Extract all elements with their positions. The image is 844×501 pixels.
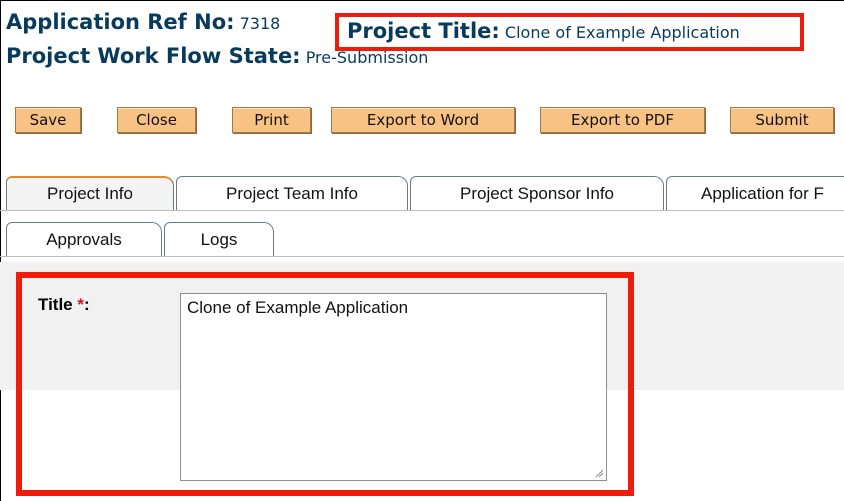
- submit-button[interactable]: Submit: [730, 107, 834, 133]
- tab-project-team-info[interactable]: Project Team Info: [176, 176, 408, 210]
- tab-logs[interactable]: Logs: [164, 222, 274, 256]
- tab-project-info[interactable]: Project Info: [6, 176, 174, 210]
- application-ref: Application Ref No: 7318: [6, 10, 280, 34]
- export-pdf-button[interactable]: Export to PDF: [540, 107, 705, 133]
- resize-grip-icon[interactable]: [595, 469, 604, 478]
- title-textarea[interactable]: Clone of Example Application: [180, 293, 607, 481]
- workflow-state: Project Work Flow State: Pre-Submission: [6, 44, 428, 68]
- tab-content-divider: [0, 256, 844, 257]
- tab-application-for[interactable]: Application for F: [666, 176, 844, 210]
- title-field-label: Title *:: [38, 295, 90, 315]
- print-button[interactable]: Print: [232, 107, 311, 133]
- title-label-text: Title: [38, 295, 73, 314]
- window-left-border: [0, 0, 1, 501]
- label-colon: :: [84, 295, 90, 314]
- app-ref-value: 7318: [239, 14, 281, 33]
- app-ref-label: Application Ref No:: [6, 10, 235, 34]
- close-button[interactable]: Close: [117, 107, 196, 133]
- project-title: Project Title: Clone of Example Applicat…: [347, 19, 740, 43]
- project-title-value: Clone of Example Application: [504, 23, 740, 42]
- tab-project-sponsor-info[interactable]: Project Sponsor Info: [410, 176, 664, 210]
- workflow-value: Pre-Submission: [305, 48, 429, 67]
- title-textarea-value: Clone of Example Application: [187, 298, 409, 317]
- project-title-label: Project Title:: [347, 19, 500, 43]
- export-word-button[interactable]: Export to Word: [331, 107, 515, 133]
- window-top-border: [0, 0, 844, 1]
- required-marker: *: [77, 295, 84, 314]
- tab-row-divider: [0, 210, 844, 211]
- workflow-label: Project Work Flow State:: [6, 44, 301, 68]
- tab-approvals[interactable]: Approvals: [6, 222, 162, 256]
- save-button[interactable]: Save: [15, 107, 81, 133]
